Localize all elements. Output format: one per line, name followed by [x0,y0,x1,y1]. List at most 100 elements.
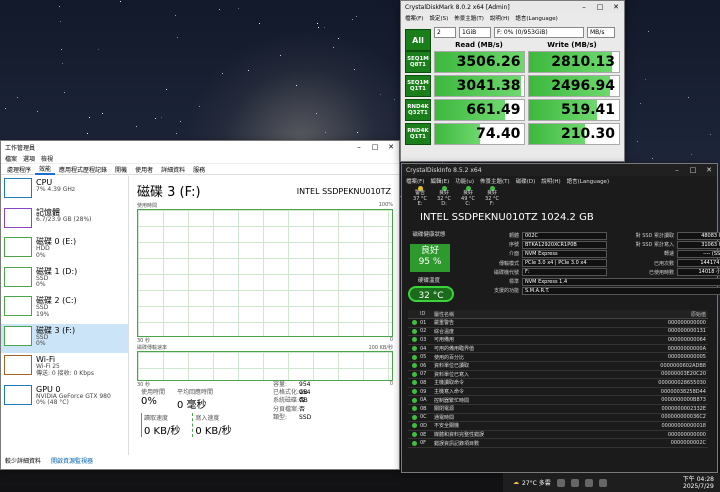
smart-row[interactable]: 07 資料單位已寫入 00000003E20C20 [408,371,708,380]
device-memory[interactable]: 記憶體 6.7/23.9 GB (28%) [1,206,128,236]
all-button[interactable]: All [405,29,431,51]
device-disk-2[interactable]: 磁碟 2 (C:) SSD 19% [1,294,128,324]
prop-value: 否 [299,405,306,413]
clock-time: 下午 04:28 [682,475,714,483]
test-button[interactable]: RND4K Q1T1 [405,123,431,145]
menu-help[interactable]: 說明(H) [490,14,509,22]
info-value: NVM Express 1.4 [522,277,720,286]
smart-row[interactable]: 0A 控制器繁忙時間 0000000000B873 [408,396,708,405]
menu-language[interactable]: 語言(Language) [567,177,609,185]
menu-view[interactable]: 檢視 [41,154,53,163]
star [222,72,224,74]
menu-help[interactable]: 說明(H) [541,177,560,185]
drive-e[interactable]: 警告 37 °C E: [410,186,430,208]
menu-settings[interactable]: 設定(S) [429,14,448,22]
menu-edit[interactable]: 編輯(E) [430,177,449,185]
smart-attr: 資料單位已寫入 [434,371,470,378]
network-icon[interactable] [570,478,579,487]
device-sub2: 0% [36,281,46,288]
tab-app-history[interactable]: 應用程式歷程記錄 [55,165,111,174]
minimize-icon[interactable]: – [669,166,685,174]
minimize-icon[interactable]: – [576,3,592,11]
maximize-icon[interactable]: □ [685,166,701,174]
disk-thumbnail [4,325,32,346]
device-gpu[interactable]: GPU 0 NVIDIA GeForce GTX 980 0% (48 °C) [1,383,128,413]
tab-details[interactable]: 詳細資料 [157,165,189,174]
temperature-value: 32 °C [408,286,454,302]
smart-row[interactable]: 08 主機讀取命令 000000028655030 [408,379,708,388]
write-result: 519.41 [528,99,620,121]
device-disk-3[interactable]: 磁碟 3 (F:) SSD 0% [1,323,128,353]
health-status-box[interactable]: 良好 95 % [410,244,450,272]
close-icon[interactable]: ✕ [608,3,624,11]
maximize-icon[interactable]: □ [367,143,383,151]
weather-icon[interactable]: ☁ [513,479,519,486]
drive-d[interactable]: 良好 32 °C D: [434,186,454,208]
device-wifi[interactable]: Wi-Fi Wi-Fi 25 傳送: 0 接收: 0 Kbps [1,353,128,383]
prop-row: 容量: 954 GB [273,381,310,396]
drive-f[interactable]: 良好 32 °C F: [482,186,502,208]
smart-row[interactable]: 0C 通電時間 000000000036C2 [408,414,708,423]
smart-row[interactable]: 06 資料單位已讀取 0000000602ADB8 [408,362,708,371]
read-header: Read (MB/s) [455,41,503,49]
close-icon[interactable]: ✕ [701,166,717,174]
count-select[interactable]: 2 [434,26,456,38]
menu-file[interactable]: 檔案(F) [405,14,423,22]
menu-file[interactable]: 檔案(F) [406,177,424,185]
tab-performance[interactable]: 效能 [35,164,56,175]
unit-select[interactable]: MB/s [587,26,615,38]
smart-row[interactable]: 0D 不安全關機 00000000000018 [408,422,708,431]
test-param: Q1T1 [409,134,426,140]
menu-language[interactable]: 語言(Language) [515,14,557,22]
info-value: PCIe 3.0 x4 | PCIe 3.0 x4 [522,259,607,268]
clock[interactable]: 下午 04:28 2025/7/29 [683,476,714,490]
smart-row[interactable]: 01 嚴重警告 000000000000 [408,319,708,328]
smart-id: 07 [420,371,427,378]
active-label: 使用時間 [141,389,166,396]
graph2-max: 100 KB/秒 [368,345,393,351]
tab-startup[interactable]: 開機 [111,165,131,174]
menu-theme[interactable]: 佈景主題(T) [454,14,484,22]
smart-attr: 媒體和資料完整性錯誤 [434,432,485,439]
test-param: Q8T1 [409,62,426,68]
star [355,15,357,17]
tab-services[interactable]: 服務 [189,165,209,174]
test-button[interactable]: SEQ1M Q1T1 [405,75,431,97]
smart-row[interactable]: 0E 媒體和資料完整性錯誤 000000000000 [408,431,708,440]
device-cpu[interactable]: CPU 7% 4.39 GHz [1,176,128,206]
drive-c[interactable]: 良好 49 °C C: [458,186,478,208]
menu-options[interactable]: 選項 [23,154,35,163]
smart-row[interactable]: 02 綜合溫度 000000000131 [408,328,708,337]
size-select[interactable]: 1GiB [459,26,491,38]
smart-row[interactable]: 05 使用的百分比 000000000005 [408,353,708,362]
close-icon[interactable]: ✕ [383,143,399,151]
smart-row[interactable]: 03 可用備用 000000000064 [408,336,708,345]
chevron-up-icon[interactable] [556,478,565,487]
test-button[interactable]: RND4K Q32T1 [405,99,431,121]
smart-row[interactable]: 09 主機寫入命令 00000038258D44 [408,388,708,397]
resource-monitor-link[interactable]: 開啟資源監視器 [51,456,93,465]
device-disk-0[interactable]: 磁碟 0 (E:) HDD 0% [1,235,128,265]
maximize-icon[interactable]: □ [592,3,608,11]
smart-status-cell [408,397,420,403]
device-disk-1[interactable]: 磁碟 1 (D:) SSD 0% [1,265,128,295]
fewer-details-link[interactable]: 較少詳細資料 [5,456,41,465]
tab-users[interactable]: 使用者 [131,165,157,174]
all-button-label[interactable]: All [405,29,431,51]
menu-file[interactable]: 檔案 [5,154,17,163]
minimize-icon[interactable]: – [351,143,367,151]
star [198,105,200,107]
active-time-graph [137,209,393,337]
volume-icon[interactable] [584,478,593,487]
smart-row[interactable]: 0F 錯誤資訊記錄項目數 0000000002C [408,439,708,448]
tab-processes[interactable]: 處理程序 [3,165,35,174]
menu-theme[interactable]: 佈景主題(T) [480,177,510,185]
menu-disk[interactable]: 磁碟(D) [516,177,536,185]
ime-icon[interactable] [598,478,607,487]
drive-select[interactable]: F: 0% (0/953GiB) [494,26,584,38]
smart-row[interactable]: 0B 關閉電源 0000000002332E [408,405,708,414]
weather-text[interactable]: 27°C 多雲 [522,478,551,487]
test-button[interactable]: SEQ1M Q8T1 [405,51,431,73]
menu-function[interactable]: 功能(u) [455,177,474,185]
smart-row[interactable]: 04 可用的備用臨界值 00000000000A [408,345,708,354]
